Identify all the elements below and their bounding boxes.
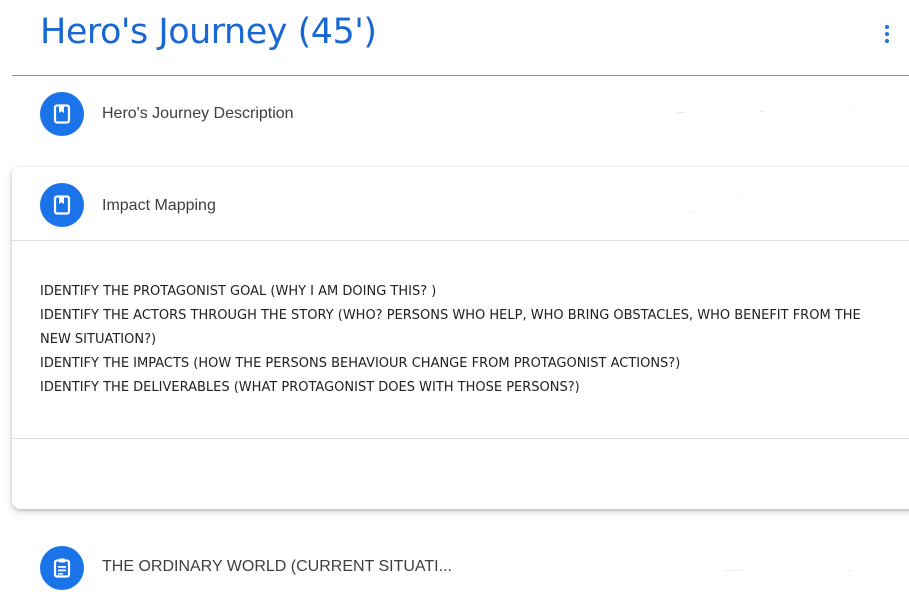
expanded-item-card: Impact Mapping IDENTIFY THE PROTAGONIST … [12,167,909,509]
item-description: IDENTIFY THE PROTAGONIST GOAL (WHY I AM … [40,280,870,400]
description-line: IDENTIFY THE PROTAGONIST GOAL (WHY I AM … [40,284,437,299]
more-vert-icon [885,25,889,29]
classwork-item-heros-journey-description[interactable]: Hero's Journey Description [12,78,909,148]
card-divider [12,438,909,439]
topic-title: Hero's Journey (45') [40,12,377,52]
more-options-button[interactable] [872,18,902,50]
material-icon [40,183,84,227]
description-line: IDENTIFY THE IMPACTS (HOW THE PERSONS BE… [40,356,681,371]
topic-header: Hero's Journey (45') [0,0,909,78]
assignment-icon [40,546,84,590]
classwork-item-ordinary-world[interactable]: THE ORDINARY WORLD (CURRENT SITUATI... [12,532,909,597]
header-divider [12,75,909,76]
card-divider [12,240,909,241]
item-title: Hero's Journey Description [102,105,294,122]
material-icon [40,92,84,136]
item-title: THE ORDINARY WORLD (CURRENT SITUATI... [102,558,452,575]
description-line: IDENTIFY THE DELIVERABLES (WHAT PROTAGON… [40,380,580,395]
classwork-item-impact-mapping[interactable]: Impact Mapping [12,167,909,241]
item-title: Impact Mapping [102,197,216,214]
description-line: IDENTIFY THE ACTORS THROUGH THE STORY (W… [40,308,861,347]
